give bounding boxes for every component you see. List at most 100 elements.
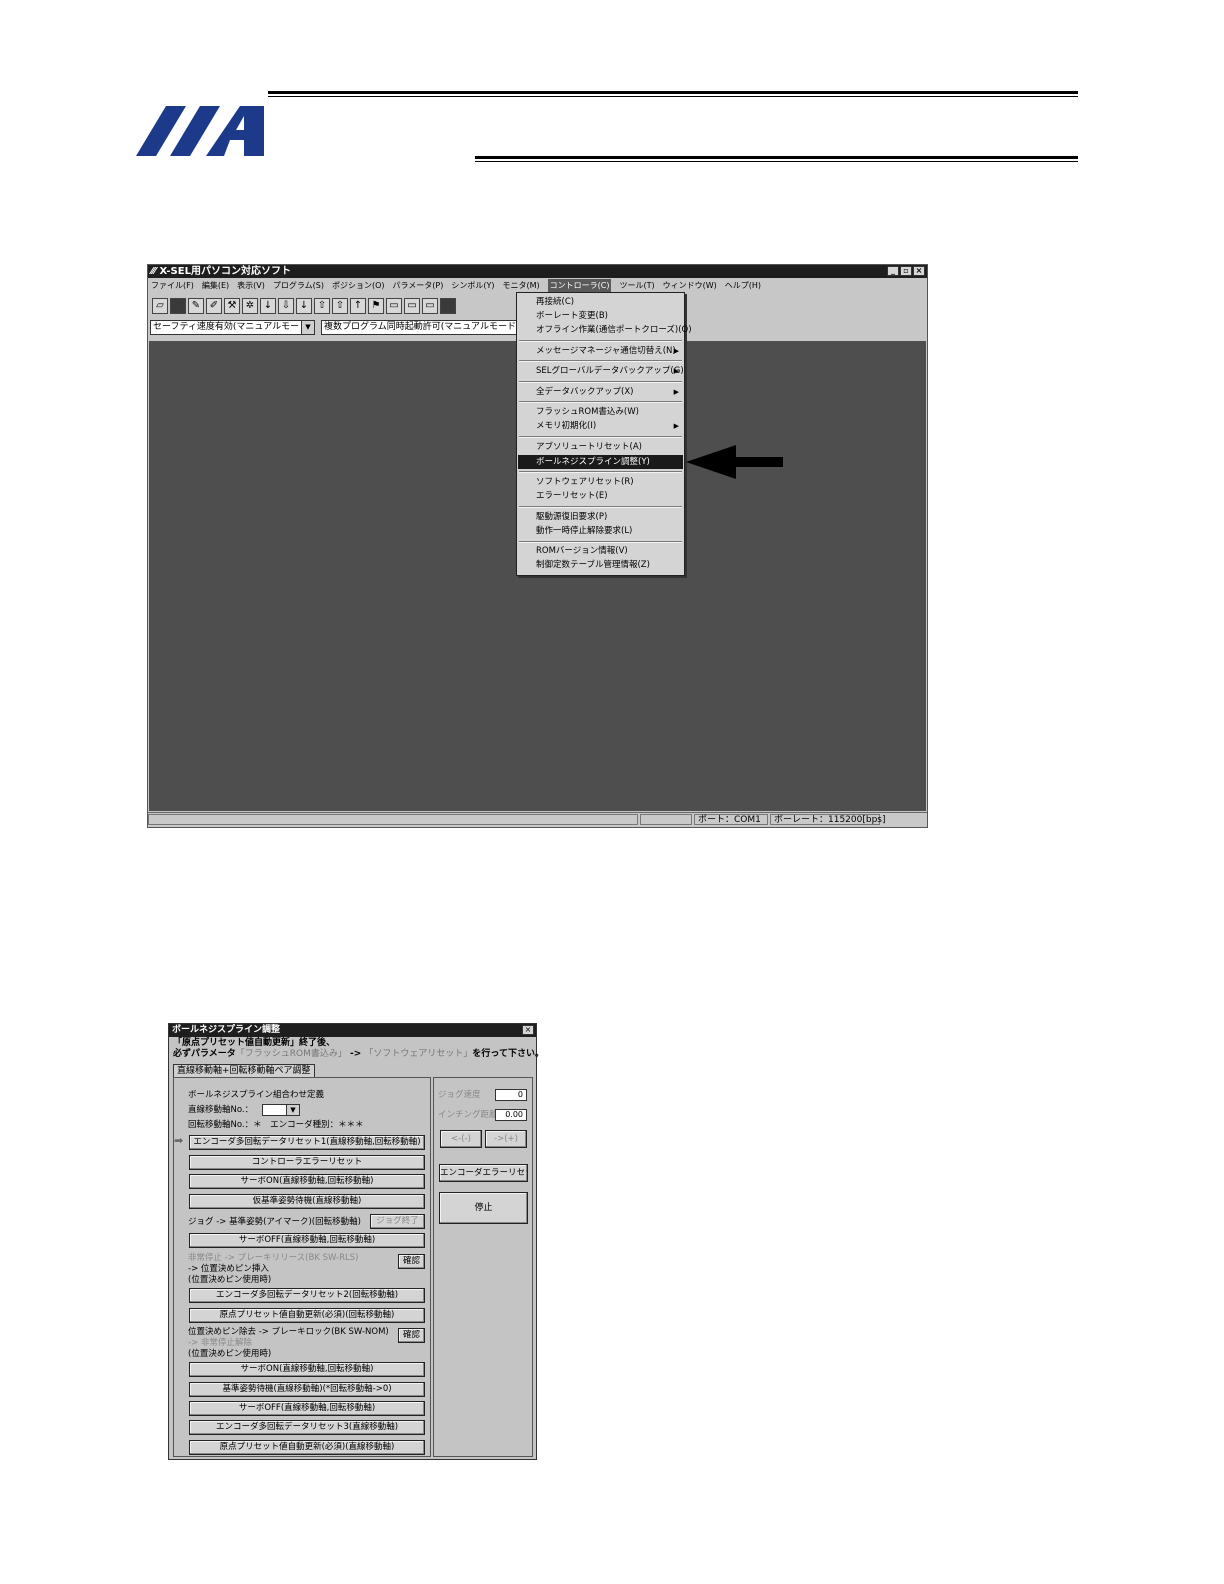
menu-program[interactable]: プログラム(S) xyxy=(273,279,324,293)
upload-all-icon[interactable]: ↑ xyxy=(350,298,366,314)
jog-speed-field[interactable]: 0 xyxy=(495,1089,527,1101)
linear-axis-select[interactable]: ▼ xyxy=(262,1104,300,1116)
menu-controller[interactable]: コントローラ(C) xyxy=(547,279,612,293)
encoder-reset2-button[interactable]: エンコーダ多回転データリセット2(回転移動軸) xyxy=(189,1288,425,1303)
multi-program-combo[interactable]: 複数プログラム同時起動許可(マニュアルモード時) xyxy=(321,320,519,335)
dialog-message: 「原点プリセット値自動更新」終了後、 必ずパラメータ「フラッシュROM書込み」 … xyxy=(173,1038,544,1060)
window3-icon[interactable]: ▭ xyxy=(422,298,438,314)
encoder-reset1-button[interactable]: エンコーダ多回転データリセット1(直線移動軸,回転移動軸) xyxy=(189,1135,425,1150)
mode-combos: セーフティ速度有効(マニュアルモード時) ▼ 複数プログラム同時起動許可(マニュ… xyxy=(148,320,519,338)
menu-item-baud-change[interactable]: ボーレート変更(B) xyxy=(518,309,683,323)
menu-symbol[interactable]: シンボル(Y) xyxy=(451,279,494,293)
upload-icon[interactable]: ⇧ xyxy=(314,298,330,314)
minimize-button[interactable]: _ xyxy=(887,266,899,276)
status-cell-empty xyxy=(148,814,638,825)
close-button[interactable]: × xyxy=(913,266,925,276)
flag-icon[interactable]: ⚑ xyxy=(368,298,384,314)
menu-item-drive-recovery[interactable]: 駆動源復旧要求(P) xyxy=(518,510,683,524)
controller-error-reset-button[interactable]: コントローラエラーリセット xyxy=(189,1155,425,1170)
menu-item-all-backup[interactable]: 全データバックアップ(X) ▶ xyxy=(518,385,683,399)
message-line2: 必ずパラメータ「フラッシュROM書込み」 -> 「ソフトウェアリセット」を行って… xyxy=(173,1049,544,1060)
menu-item-label: 全データバックアップ(X) xyxy=(536,387,634,397)
safety-speed-combo[interactable]: セーフティ速度有効(マニュアルモード時) ▼ xyxy=(150,320,315,335)
menu-view[interactable]: 表示(V) xyxy=(237,279,265,293)
menu-separator xyxy=(519,541,682,543)
status-bar: ポート：COM1 ボーレート：115200[bps] xyxy=(148,812,927,827)
menu-item-absolute-reset[interactable]: アブソリュートリセット(A) xyxy=(518,440,683,454)
restore-button[interactable]: ▫ xyxy=(900,266,912,276)
jog-end-button[interactable]: ジョグ終了 xyxy=(370,1214,425,1229)
menu-item-message-manager[interactable]: メッセージマネージャ通信切替え(N) ▶ xyxy=(518,344,683,358)
tab-pair-adjust[interactable]: 直線移動軸+回転移動軸ペア調整 xyxy=(173,1064,315,1078)
edit-icon[interactable]: ✎ xyxy=(188,298,204,314)
standby-button[interactable]: 基準姿勢待機(直線移動軸)(*回転移動軸->0) xyxy=(189,1382,425,1397)
download-icon[interactable]: ↓ xyxy=(260,298,276,314)
stop-icon[interactable] xyxy=(170,298,186,314)
ballscrew-dialog: ボールネジスプライン調整 × 「原点プリセット値自動更新」終了後、 必ずパラメー… xyxy=(168,1023,544,1460)
menu-file[interactable]: ファイル(F) xyxy=(151,279,194,293)
preset-update-linear-button[interactable]: 原点プリセット値自動更新(必須)(直線移動軸) xyxy=(189,1440,425,1455)
temp-standby-button[interactable]: 仮基準姿勢待機(直線移動軸) xyxy=(189,1194,425,1209)
menu-item-control-table[interactable]: 制御定数テーブル管理情報(Z) xyxy=(518,558,683,572)
status-port: ポート：COM1 xyxy=(694,814,768,825)
menu-item-offline[interactable]: オフライン作業(通信ポートクローズ)(O) xyxy=(518,323,692,337)
menu-item-flash-rom[interactable]: フラッシュROM書込み(W) xyxy=(518,405,683,419)
menu-separator xyxy=(519,381,682,383)
stop-button[interactable]: 停止 xyxy=(439,1192,528,1224)
linear-axis-label: 直線移動軸No.： xyxy=(188,1105,254,1115)
submenu-arrow-icon: ▶ xyxy=(673,388,679,396)
menu-item-ballscrew-spline[interactable]: ボールネジスプライン調整(Y) xyxy=(518,455,683,469)
chevron-down-icon[interactable]: ▼ xyxy=(301,321,314,334)
menu-item-rom-version[interactable]: ROMバージョン情報(V) xyxy=(518,544,683,558)
preset-update-rotary-button[interactable]: 原点プリセット値自動更新(必須)(回転移動軸) xyxy=(189,1308,425,1323)
download-outline-icon[interactable]: ⇩ xyxy=(278,298,294,314)
menu-item-pause-release[interactable]: 動作一時停止解除要求(L) xyxy=(518,524,683,538)
menu-window[interactable]: ウィンドウ(W) xyxy=(663,279,717,293)
jog-plus-button[interactable]: ->(+) xyxy=(485,1130,527,1148)
app-icon: ⁄⁄⁄ xyxy=(151,266,160,277)
window1-icon[interactable]: ▭ xyxy=(386,298,402,314)
servo-on2-button[interactable]: サーボON(直線移動軸,回転移動軸) xyxy=(189,1362,425,1377)
confirm2-button[interactable]: 確認 xyxy=(398,1328,425,1343)
menu-edit[interactable]: 編集(E) xyxy=(202,279,229,293)
menu-item-reconnect[interactable]: 再接続(C) xyxy=(518,295,683,309)
settings-icon[interactable]: ✲ xyxy=(242,298,258,314)
tool-icon[interactable]: ⚒ xyxy=(224,298,240,314)
download-all-icon[interactable]: ↓ xyxy=(296,298,312,314)
menu-parameter[interactable]: パラメータ(P) xyxy=(393,279,444,293)
menu-item-memory-init[interactable]: メモリ初期化(I) ▶ xyxy=(518,419,683,433)
menu-help[interactable]: ヘルプ(H) xyxy=(725,279,761,293)
menu-separator xyxy=(519,360,682,362)
menu-item-software-reset[interactable]: ソフトウェアリセット(R) xyxy=(518,475,683,489)
menu-item-label: メッセージマネージャ通信切替え(N) xyxy=(536,346,676,356)
menu-item-sel-backup[interactable]: SELグローバルデータバックアップ(G) ▶ xyxy=(518,364,684,378)
servo-on-button[interactable]: サーボON(直線移動軸,回転移動軸) xyxy=(189,1174,425,1189)
encoder-error-reset-button[interactable]: エンコーダエラーリセット xyxy=(439,1164,528,1182)
menu-bar: ファイル(F) 編集(E) 表示(V) プログラム(S) ポジション(O) パラ… xyxy=(148,279,927,293)
menu-item-label: メモリ初期化(I) xyxy=(536,421,597,431)
menu-separator xyxy=(519,471,682,473)
menu-monitor[interactable]: モニタ(M) xyxy=(502,279,539,293)
servo-off-button[interactable]: サーボOFF(直線移動軸,回転移動軸) xyxy=(189,1233,425,1248)
combo-def-label: ボールネジスプライン組合わせ定義 xyxy=(188,1090,325,1100)
jog-minus-button[interactable]: <-(-) xyxy=(440,1130,482,1148)
current-step-arrow-icon: ➡ xyxy=(174,1134,184,1147)
servo-off2-button[interactable]: サーボOFF(直線移動軸,回転移動軸) xyxy=(189,1401,425,1416)
halt-icon[interactable] xyxy=(440,298,456,314)
menu-position[interactable]: ポジション(O) xyxy=(332,279,385,293)
dialog-close-button[interactable]: × xyxy=(522,1025,534,1035)
inching-field[interactable]: 0.00 xyxy=(495,1109,527,1121)
menu-item-error-reset[interactable]: エラーリセット(E) xyxy=(518,489,683,503)
confirm1-button[interactable]: 確認 xyxy=(398,1254,425,1269)
menu-tool[interactable]: ツール(T) xyxy=(619,279,654,293)
dialog-title: ボールネジスプライン調整 xyxy=(169,1024,536,1037)
window2-icon[interactable]: ▭ xyxy=(404,298,420,314)
submenu-arrow-icon: ▶ xyxy=(673,367,679,375)
upload-outline-icon[interactable]: ⇧ xyxy=(332,298,348,314)
chevron-down-icon[interactable]: ▼ xyxy=(286,1105,299,1115)
status-cell-blank xyxy=(640,814,692,825)
open-icon[interactable]: ▱ xyxy=(152,298,168,314)
encoder-reset3-button[interactable]: エンコーダ多回転データリセット3(直線移動軸) xyxy=(189,1420,425,1435)
menu-separator xyxy=(519,436,682,438)
pencil-icon[interactable]: ✐ xyxy=(206,298,222,314)
